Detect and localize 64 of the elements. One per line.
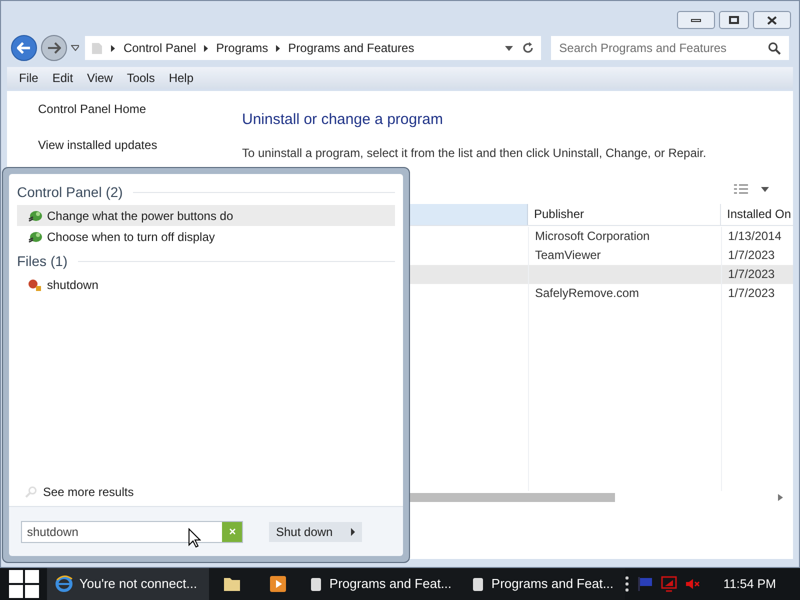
network-icon[interactable] <box>661 576 678 592</box>
breadcrumb-link[interactable]: Control Panel <box>123 39 196 57</box>
menu-item[interactable]: File <box>13 69 44 87</box>
table-cell-text: 1/7/2023 <box>728 285 775 302</box>
shut-down-button[interactable]: Shut down <box>269 522 362 542</box>
page-heading: Uninstall or change a program <box>241 110 444 130</box>
taskbar-button[interactable]: You're not connect... <box>47 568 210 600</box>
arrow-icon <box>350 528 355 536</box>
search-field[interactable]: shutdown <box>21 520 243 542</box>
sidebar-link[interactable]: View installed updates <box>38 138 229 153</box>
file-icon <box>27 276 43 292</box>
table-cell-text: TeamViewer <box>535 247 601 264</box>
maximize-button[interactable] <box>719 11 749 29</box>
page-description: To uninstall a program, select it from the list and then click Uninstall, Change, or Repair. <box>241 144 708 162</box>
chevron-icon <box>204 44 208 52</box>
chevron-icon <box>276 44 280 52</box>
folder-icon <box>223 575 242 593</box>
group-heading: Files (1) <box>17 252 68 271</box>
menu-item[interactable]: Tools <box>120 69 161 87</box>
table-cell-text: SafelyRemove.com <box>535 285 640 302</box>
browser-icon <box>55 575 74 593</box>
close-icon <box>228 528 236 535</box>
group-heading: Control Panel (2) <box>17 183 123 202</box>
forward-arrow-icon <box>46 42 61 54</box>
back-button[interactable] <box>11 35 37 61</box>
forward-button[interactable] <box>40 35 67 61</box>
caret-icon[interactable] <box>505 46 514 50</box>
table-cell-text: 1/7/2023 <box>728 247 775 264</box>
clock[interactable]: 11:54 PM <box>723 574 776 594</box>
minimize-button[interactable] <box>677 11 715 29</box>
scroll-right-icon[interactable] <box>778 494 783 500</box>
dropdown-icon[interactable] <box>70 45 80 51</box>
table-cell-text: Microsoft Corporation <box>535 228 650 245</box>
menu-item[interactable]: Edit <box>46 69 80 87</box>
back-arrow-icon <box>16 42 31 54</box>
document-icon <box>471 576 486 592</box>
close-button[interactable] <box>753 11 791 29</box>
view-options-icon[interactable] <box>733 184 749 196</box>
speaker-icon[interactable] <box>685 577 702 591</box>
media-player-icon <box>269 575 288 593</box>
document-icon <box>309 576 324 592</box>
search-placeholder: Search Programs and Features <box>559 40 728 57</box>
chevron-icon <box>111 44 116 52</box>
mouse-cursor-icon <box>188 528 201 548</box>
close-icon <box>767 16 777 24</box>
menu-item[interactable]: View <box>81 69 119 87</box>
menu-item[interactable]: Help <box>162 69 200 87</box>
search-field[interactable]: Search Programs and Features <box>551 36 789 60</box>
breadcrumb-link[interactable]: Programs and Features <box>288 39 414 57</box>
column-header[interactable]: Publisher <box>528 204 721 224</box>
table-cell-text: 1/7/2023 <box>728 266 775 283</box>
caret-icon[interactable] <box>761 187 769 192</box>
sidebar-link[interactable]: Control Panel Home <box>38 102 229 117</box>
folder-icon <box>91 41 104 55</box>
address-bar[interactable]: Control Panel Programs Programs and Features <box>85 36 542 60</box>
search-icon <box>768 42 781 54</box>
search-icon <box>25 486 37 498</box>
breadcrumb-link[interactable]: Programs <box>216 39 268 57</box>
search-result[interactable]: Change what the power buttons do <box>17 205 395 226</box>
see-more-results-link[interactable]: See more results <box>43 483 134 501</box>
refresh-icon[interactable] <box>521 41 536 55</box>
column-header[interactable]: Installed On <box>721 204 793 224</box>
table-cell-text: 1/13/2014 <box>728 228 782 245</box>
grip-icon[interactable] <box>625 575 630 593</box>
